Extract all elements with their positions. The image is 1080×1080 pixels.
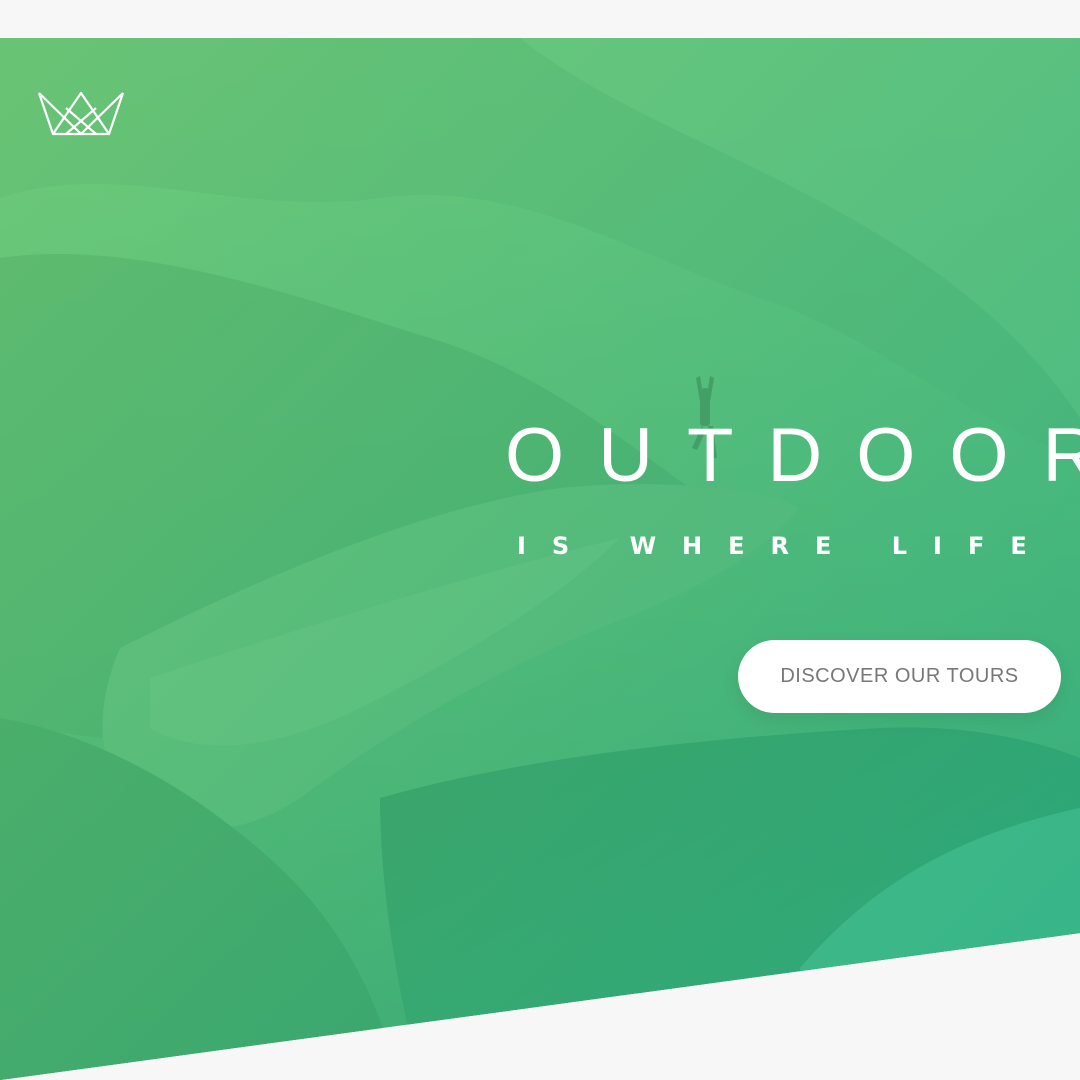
hero-header: OUTDOORS IS WHERE LIFE HAPPENS DISCOVER … [0,38,1080,1080]
page: OUTDOORS IS WHERE LIFE HAPPENS DISCOVER … [0,0,1080,1080]
hero-heading: OUTDOORS IS WHERE LIFE HAPPENS [505,413,1080,560]
hero-heading-main: OUTDOORS [505,413,1080,498]
crown-icon[interactable] [36,90,126,136]
discover-tours-button[interactable]: DISCOVER OUR TOURS [738,640,1061,713]
hero-heading-sub: IS WHERE LIFE HAPPENS [517,532,1080,560]
